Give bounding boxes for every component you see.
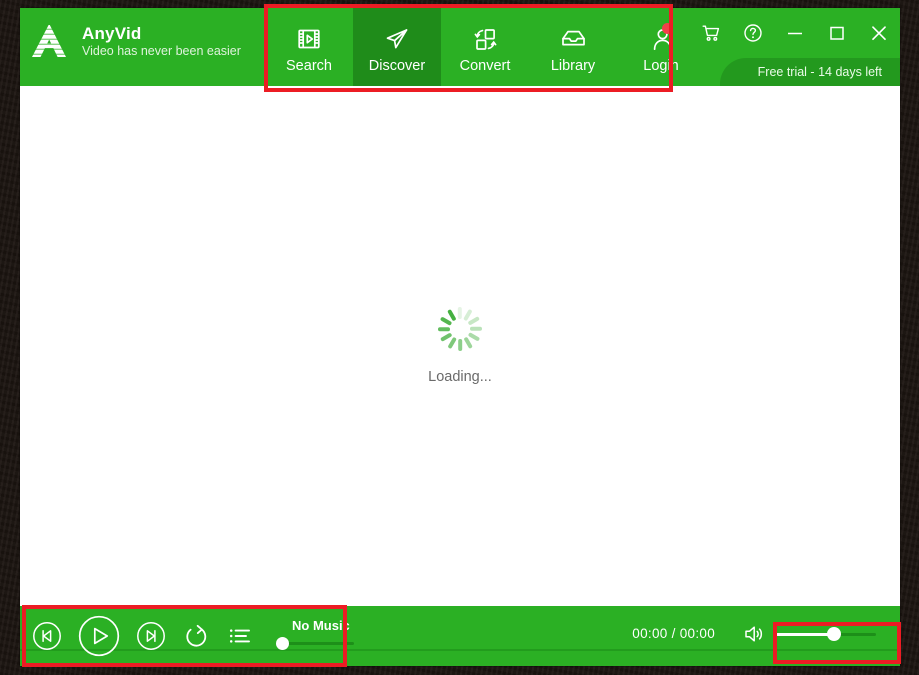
volume-slider-knob[interactable]: [827, 627, 841, 641]
brand-block: AnyVid Video has never been easier: [28, 20, 241, 62]
music-slider-knob[interactable]: [276, 636, 289, 650]
anyvid-window: AnyVid Video has never been easier Searc…: [20, 8, 900, 666]
brand-name: AnyVid: [82, 24, 142, 44]
nav-label-library: Library: [550, 58, 596, 74]
nav-label-login: Login: [643, 58, 679, 74]
nav-label-discover: Discover: [368, 58, 426, 74]
player-bar: No Music 00:00 / 00:00: [20, 606, 900, 666]
loading-spinner-icon: [438, 307, 482, 351]
previous-track-button[interactable]: [32, 621, 62, 651]
help-question-icon[interactable]: [742, 22, 764, 44]
anyvid-logo-icon: [28, 20, 70, 62]
music-title: No Music: [292, 618, 350, 633]
user-person-icon: [648, 23, 675, 54]
cart-icon[interactable]: [700, 22, 722, 44]
play-button[interactable]: [78, 615, 120, 657]
maximize-icon[interactable]: [826, 22, 848, 44]
free-trial-text: Free trial - 14 days left: [757, 65, 882, 79]
nav-label-convert: Convert: [459, 58, 511, 74]
film-strip-play-icon: [296, 24, 322, 54]
login-notification-badge: [661, 23, 673, 34]
volume-control: [742, 622, 876, 646]
repeat-button[interactable]: [182, 622, 210, 650]
nav-item-discover[interactable]: Discover: [353, 8, 441, 86]
music-info-block: No Music: [276, 618, 354, 650]
nav-item-search[interactable]: Search: [265, 8, 353, 86]
content-area: Loading...: [20, 86, 900, 606]
next-track-button[interactable]: [136, 621, 166, 651]
close-icon[interactable]: [868, 22, 890, 44]
minimize-icon[interactable]: [784, 22, 806, 44]
loading-text: Loading...: [428, 369, 492, 385]
playlist-button[interactable]: [226, 622, 254, 650]
convert-squares-icon: [472, 24, 499, 54]
window-controls: [700, 22, 890, 44]
nav-item-convert[interactable]: Convert: [441, 8, 529, 86]
nav-label-search: Search: [286, 58, 332, 74]
free-trial-banner[interactable]: Free trial - 14 days left: [719, 58, 900, 86]
nav-item-library[interactable]: Library: [529, 8, 617, 86]
nav-item-login[interactable]: Login: [617, 8, 705, 86]
main-navigation: Search Discover Convert Library Login: [265, 8, 705, 86]
paper-plane-icon: [383, 24, 411, 54]
volume-slider-fill: [776, 632, 834, 636]
playback-time: 00:00 / 00:00: [632, 626, 715, 641]
player-controls: No Music: [32, 606, 354, 666]
inbox-tray-icon: [559, 24, 588, 54]
app-header: AnyVid Video has never been easier Searc…: [20, 8, 900, 86]
music-progress-slider[interactable]: [276, 636, 354, 650]
speaker-volume-icon[interactable]: [742, 622, 766, 646]
brand-tagline: Video has never been easier: [82, 43, 241, 58]
volume-slider[interactable]: [776, 627, 876, 641]
